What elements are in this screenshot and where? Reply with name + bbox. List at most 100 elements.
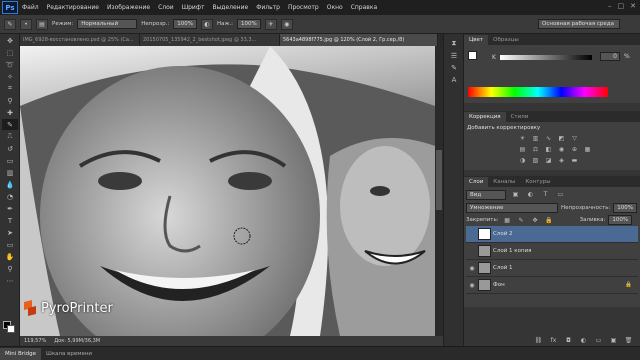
vibrance-icon[interactable]: ▽ xyxy=(569,134,580,143)
eraser-tool-icon[interactable]: ▭ xyxy=(2,155,18,166)
tab-swatches[interactable]: Образцы xyxy=(488,35,524,45)
layer-name[interactable]: Слой 2 xyxy=(493,231,513,237)
path-select-tool-icon[interactable]: ➤ xyxy=(2,227,18,238)
layer-name[interactable]: Фон xyxy=(493,282,625,288)
quick-select-tool-icon[interactable]: ✧ xyxy=(2,71,18,82)
menu-image[interactable]: Изображение xyxy=(103,4,154,11)
lock-pixels-icon[interactable]: ▦ xyxy=(502,216,513,225)
curves-icon[interactable]: ∿ xyxy=(543,134,554,143)
new-layer-icon[interactable]: ▣ xyxy=(608,336,619,345)
bw-icon[interactable]: ◧ xyxy=(543,145,554,154)
exposure-icon[interactable]: ◩ xyxy=(556,134,567,143)
opacity-input[interactable]: 100% xyxy=(173,19,197,29)
marquee-tool-icon[interactable]: ⬚ xyxy=(2,47,18,58)
tab-mini-bridge[interactable]: Mini Bridge xyxy=(0,347,41,360)
lock-paint-icon[interactable]: ✎ xyxy=(516,216,527,225)
zoom-tool-icon[interactable]: ⚲ xyxy=(2,263,18,274)
gradient-map-icon[interactable]: ▬ xyxy=(569,156,580,165)
filter-pixel-icon[interactable]: ▣ xyxy=(510,190,521,199)
maximize-button[interactable]: □ xyxy=(618,2,625,10)
gradient-tool-icon[interactable]: ▥ xyxy=(2,167,18,178)
crop-tool-icon[interactable]: ⌗ xyxy=(2,83,18,94)
k-slider[interactable] xyxy=(500,55,592,60)
channel-mixer-icon[interactable]: ⊕ xyxy=(569,145,580,154)
layer-name[interactable]: Слой 1 xyxy=(493,265,513,271)
menu-select[interactable]: Выделение xyxy=(208,4,252,11)
tab-timeline[interactable]: Шкала времени xyxy=(41,348,97,360)
zoom-level[interactable]: 119,57% xyxy=(24,338,46,344)
filter-type-icon[interactable]: T xyxy=(540,190,551,199)
mode-select[interactable]: Нормальный xyxy=(77,19,138,29)
character-panel-icon[interactable]: A xyxy=(446,74,462,85)
color-ramp[interactable] xyxy=(468,87,608,97)
levels-icon[interactable]: ▥ xyxy=(530,134,541,143)
menu-edit[interactable]: Редактирование xyxy=(43,4,103,11)
lasso-tool-icon[interactable]: ➰ xyxy=(2,59,18,70)
eye-icon[interactable]: ◉ xyxy=(466,265,478,272)
history-panel-icon[interactable]: ⧗ xyxy=(446,38,462,49)
hue-sat-icon[interactable]: ▤ xyxy=(517,145,528,154)
brightness-icon[interactable]: ☀ xyxy=(517,134,528,143)
pressure-size-icon[interactable]: ◉ xyxy=(280,18,293,30)
layer-name[interactable]: Слой 1 копия xyxy=(493,248,531,254)
layer-filter-select[interactable]: Вид xyxy=(466,189,506,200)
workspace-select[interactable]: Основная рабочая среда xyxy=(538,19,620,29)
airbrush-icon[interactable]: ✈ xyxy=(264,18,277,30)
photo-filter-icon[interactable]: ◉ xyxy=(556,145,567,154)
selective-color-icon[interactable]: ◈ xyxy=(556,156,567,165)
brush-size-icon[interactable]: • xyxy=(20,18,32,30)
document-canvas[interactable] xyxy=(20,46,435,336)
tab-channels[interactable]: Каналы xyxy=(488,177,520,187)
properties-panel-icon[interactable]: ☰ xyxy=(446,50,462,61)
new-adjustment-icon[interactable]: ◐ xyxy=(578,336,589,345)
invert-icon[interactable]: ◑ xyxy=(517,156,528,165)
fx-icon[interactable]: fx xyxy=(548,336,559,345)
blend-mode-select[interactable]: Умножение xyxy=(466,203,558,213)
layer-row-background[interactable]: ◉ Фон 🔒 xyxy=(466,277,638,294)
fill-input[interactable]: 100% xyxy=(608,215,633,225)
filter-shape-icon[interactable]: ▭ xyxy=(555,190,566,199)
menu-help[interactable]: Справка xyxy=(347,4,381,11)
menu-filter[interactable]: Фильтр xyxy=(252,4,284,11)
menu-file[interactable]: Файл xyxy=(18,4,43,11)
lock-all-icon[interactable]: 🔒 xyxy=(544,216,555,225)
stamp-tool-icon[interactable]: ⎍ xyxy=(2,131,18,142)
tab-document-2[interactable]: 20150705_135942_2_bestshot.jpeg @ 33,3..… xyxy=(140,34,280,46)
filter-adjust-icon[interactable]: ◐ xyxy=(525,190,536,199)
tab-document-1[interactable]: IMG_6928-восстановлено.psd @ 25% (Ca... xyxy=(20,34,140,46)
tab-color[interactable]: Цвет xyxy=(464,35,489,45)
link-layers-icon[interactable]: ⛓ xyxy=(533,336,544,345)
type-tool-icon[interactable]: T xyxy=(2,215,18,226)
lock-move-icon[interactable]: ✥ xyxy=(530,216,541,225)
scrollbar-thumb[interactable] xyxy=(436,150,442,210)
layer-row-layer2[interactable]: Слой 2 xyxy=(466,226,638,243)
brush-presets-icon[interactable]: ✎ xyxy=(446,62,462,73)
shape-tool-icon[interactable]: ▭ xyxy=(2,239,18,250)
pressure-opacity-icon[interactable]: ◐ xyxy=(200,18,213,30)
posterize-icon[interactable]: ▨ xyxy=(530,156,541,165)
menu-layers[interactable]: Слои xyxy=(154,4,178,11)
healing-tool-icon[interactable]: ✚ xyxy=(2,107,18,118)
menu-view[interactable]: Просмотр xyxy=(284,4,323,11)
threshold-icon[interactable]: ◪ xyxy=(543,156,554,165)
flow-input[interactable]: 100% xyxy=(237,19,261,29)
eye-icon[interactable]: ◉ xyxy=(466,282,478,289)
tab-adjustments[interactable]: Коррекция xyxy=(464,112,506,122)
tab-layers[interactable]: Слои xyxy=(464,177,489,187)
minimize-button[interactable]: – xyxy=(608,2,612,10)
pen-tool-icon[interactable]: ✒ xyxy=(2,203,18,214)
color-lookup-icon[interactable]: ▦ xyxy=(582,145,593,154)
more-tools-icon[interactable]: ⋯ xyxy=(2,275,18,286)
layer-row-layer1-copy[interactable]: Слой 1 копия xyxy=(466,243,638,260)
eyedropper-tool-icon[interactable]: ⚲ xyxy=(2,95,18,106)
dodge-tool-icon[interactable]: ◔ xyxy=(2,191,18,202)
add-mask-icon[interactable]: ◘ xyxy=(563,336,574,345)
k-value[interactable]: 0 xyxy=(600,52,620,61)
brush-tool-icon[interactable]: ✎ xyxy=(2,119,18,130)
brush-panel-icon[interactable]: ▤ xyxy=(36,18,48,30)
delete-layer-icon[interactable]: 🗑 xyxy=(623,336,634,345)
blur-tool-icon[interactable]: 💧 xyxy=(2,179,18,190)
tab-document-3[interactable]: 5643a4898f775.jpg @ 120% (Слой 2, Гр.сер… xyxy=(280,34,438,46)
menu-window[interactable]: Окно xyxy=(323,4,347,11)
background-color-swatch[interactable] xyxy=(7,325,15,333)
